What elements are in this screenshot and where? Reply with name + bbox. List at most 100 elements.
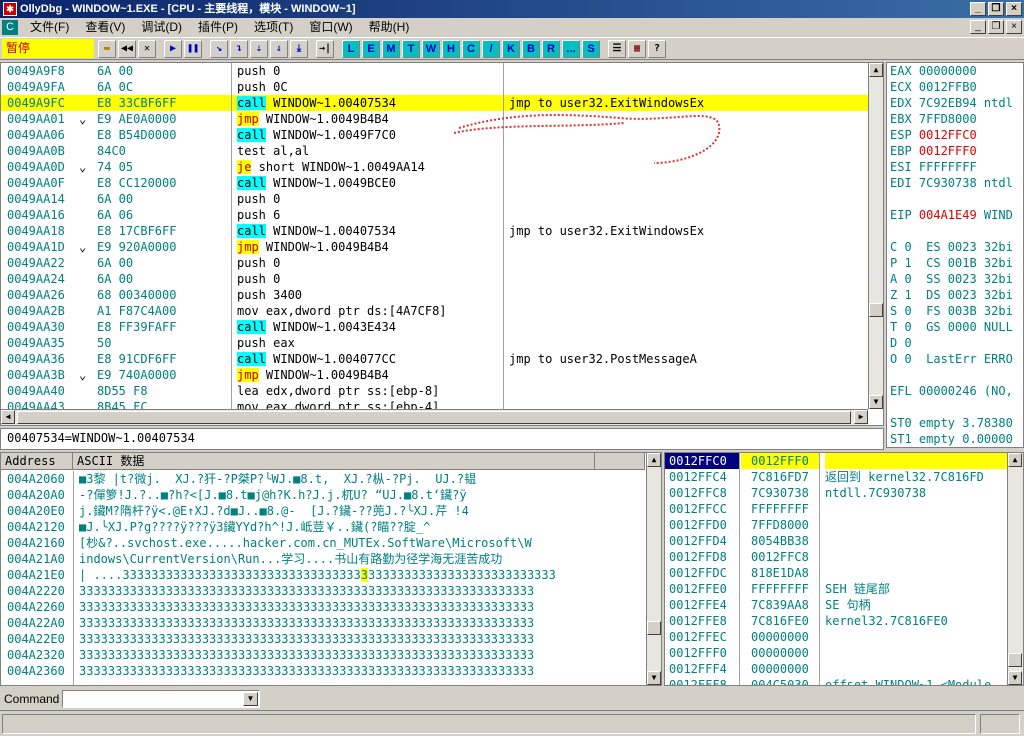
register-row[interactable]: EDI 7C930738 ntdl [890, 175, 1023, 191]
dump-row[interactable]: 004A22E0 33333333333333333333333333333333… [1, 631, 647, 647]
threads-window-button[interactable]: T [402, 39, 420, 58]
dump-header-address[interactable]: Address [1, 453, 73, 470]
register-row[interactable]: T 0 GS 0000 NULL [890, 319, 1023, 335]
stack-row[interactable]: 0012FFD8 0012FFC8 [665, 549, 1007, 565]
grid-icon[interactable]: ▦ [628, 39, 646, 58]
stack-row[interactable]: 0012FFD0 7FFD8000 [665, 517, 1007, 533]
stack-row[interactable]: 0012FFE0 FFFFFFFF SEH 链尾部 [665, 581, 1007, 597]
dump-row[interactable]: 004A21A0 indows\CurrentVersion\Run...学习..… [1, 551, 647, 567]
scroll-left-icon[interactable]: ◀ [1, 410, 15, 424]
run-trace-window-button[interactable]: ... [562, 39, 580, 58]
register-row[interactable]: EIP 004A1E49 WIND [890, 207, 1023, 223]
disasm-row[interactable]: 0049AA22 6A 00 push 0 [1, 255, 869, 271]
dump-row[interactable]: 004A2060 ■3黎 |t?微j. XJ.?犴-?P桀P?╰WJ.■8.t, … [1, 471, 647, 487]
disasm-row[interactable]: 0049A9F8 6A 00 push 0 [1, 63, 869, 79]
scroll-up-icon[interactable]: ▲ [869, 63, 883, 77]
register-row[interactable]: EAX 00000000 [890, 63, 1023, 79]
menu-window[interactable]: 窗口(W) [301, 18, 360, 37]
references-window-button[interactable]: R [542, 39, 560, 58]
register-row[interactable]: EBP 0012FFF0 [890, 143, 1023, 159]
disasm-row[interactable]: 0049AA24 6A 00 push 0 [1, 271, 869, 287]
stack-row[interactable]: 0012FFEC 00000000 [665, 629, 1007, 645]
memory-window-button[interactable]: M [382, 39, 400, 58]
cpu-window-button[interactable]: C [462, 39, 480, 58]
register-row[interactable]: C 0 ES 0023 32bi [890, 239, 1023, 255]
dump-row[interactable]: 004A2120 ■J.╰XJ.P?g????ÿ???ÿ3鑶YYd?h^!J.岻荳… [1, 519, 647, 535]
stack-row[interactable]: 0012FFE8 7C816FE0 kernel32.7C816FE0 [665, 613, 1007, 629]
dump-row[interactable]: 004A2320 33333333333333333333333333333333… [1, 647, 647, 663]
disasm-row[interactable]: 0049AA3B ⌄ E9 740A0000 jmp WINDOW~1.0049B4B… [1, 367, 869, 383]
maximize-button[interactable]: ❐ [988, 2, 1004, 16]
disassembly-vscroll[interactable]: ▲ ▼ [868, 63, 883, 409]
cpu-window-icon[interactable]: C [2, 20, 18, 35]
scroll-down-icon[interactable]: ▼ [869, 395, 883, 409]
register-row[interactable]: A 0 SS 0023 32bi [890, 271, 1023, 287]
dump-row[interactable]: 004A20E0 j.鑶M?隋杆?ÿ<.@E↑XJ.?d■J..■8.@- [J.… [1, 503, 647, 519]
stack-pane[interactable]: 0012FFC0 0012FFF0 0012FFC4 7C816FD7 返回到 kern… [664, 452, 1024, 686]
dump-row[interactable]: 004A2220 33333333333333333333333333333333… [1, 583, 647, 599]
log-window-button[interactable]: L [342, 39, 360, 58]
patches-window-button[interactable]: / [482, 39, 500, 58]
disasm-row[interactable]: 0049AA1D ⌄ E9 920A0000 jmp WINDOW~1.0049B4B… [1, 239, 869, 255]
register-row[interactable]: ESI FFFFFFFF [890, 159, 1023, 175]
execute-till-return-icon[interactable]: ⤓ [290, 39, 308, 58]
dump-vscroll[interactable]: ▲ ▼ [646, 453, 661, 685]
register-row[interactable]: S 0 FS 003B 32bi [890, 303, 1023, 319]
step-into-icon[interactable]: ↘ [210, 39, 228, 58]
breakpoints-window-button[interactable]: B [522, 39, 540, 58]
close-button[interactable]: × [1006, 2, 1022, 16]
dump-scroll-up-icon[interactable]: ▲ [647, 453, 661, 467]
menu-options[interactable]: 选项(T) [246, 18, 301, 37]
list-icon[interactable]: ☰ [608, 39, 626, 58]
rewind-icon[interactable]: ◀◀ [118, 39, 136, 58]
mdi-restore-button[interactable]: ❐ [988, 20, 1004, 34]
trace-into-icon[interactable]: ⇣ [250, 39, 268, 58]
register-row[interactable]: EBX 7FFD8000 [890, 111, 1023, 127]
disasm-row[interactable]: 0049AA0F E8 CC120000 call WINDOW~1.0049BCE… [1, 175, 869, 191]
help-icon[interactable]: ? [648, 39, 666, 58]
command-dropdown-icon[interactable]: ▼ [243, 692, 258, 706]
mdi-close-button[interactable]: × [1006, 20, 1022, 34]
close-process-icon[interactable]: ✕ [138, 39, 156, 58]
stack-scroll-down-icon[interactable]: ▼ [1008, 671, 1022, 685]
dump-row[interactable]: 004A20A0 -?僤箩!J.?..■?h?<[J.■8.t■j@h?K.h?J… [1, 487, 647, 503]
stack-row[interactable]: 0012FFD4 8054BB38 [665, 533, 1007, 549]
stack-row[interactable]: 0012FFF8 004C5030 offset WINDOW~1.<Module [665, 677, 1007, 685]
trace-over-icon[interactable]: ⇓ [270, 39, 288, 58]
disasm-row[interactable]: 0049AA14 6A 00 push 0 [1, 191, 869, 207]
goto-icon[interactable]: →| [316, 39, 334, 58]
disasm-row[interactable]: 0049AA30 E8 FF39FAFF call WINDOW~1.0043E43… [1, 319, 869, 335]
register-row[interactable]: ST0 empty 3.78380 [890, 415, 1023, 431]
run-icon[interactable]: ▶ [164, 39, 182, 58]
disasm-row[interactable]: 0049AA18 E8 17CBF6FF call WINDOW~1.0040753… [1, 223, 869, 239]
stack-row[interactable]: 0012FFF0 00000000 [665, 645, 1007, 661]
register-row[interactable]: ST2 empty 6.88540 [890, 447, 1024, 448]
register-row[interactable] [890, 191, 1023, 207]
dump-row[interactable]: 004A2160 [杪&?..svchost.exe.....hacker.com… [1, 535, 647, 551]
callstack-window-button[interactable]: K [502, 39, 520, 58]
stack-row[interactable]: 0012FFCC FFFFFFFF [665, 501, 1007, 517]
menu-debug[interactable]: 调试(D) [133, 18, 190, 37]
register-row[interactable]: ECX 0012FFB0 [890, 79, 1023, 95]
handles-window-button[interactable]: H [442, 39, 460, 58]
disasm-row[interactable]: 0049AA16 6A 06 push 6 [1, 207, 869, 223]
menu-help[interactable]: 帮助(H) [361, 18, 418, 37]
stack-row[interactable]: 0012FFC0 0012FFF0 [665, 453, 1007, 469]
disasm-row[interactable]: 0049AA36 E8 91CDF6FF call WINDOW~1.004077C… [1, 351, 869, 367]
command-input[interactable] [62, 690, 260, 708]
disasm-row[interactable]: 0049AA26 68 00340000 push 3400 [1, 287, 869, 303]
register-row[interactable]: ST1 empty 0.00000 [890, 431, 1023, 447]
register-row[interactable]: ESP 0012FFC0 [890, 127, 1023, 143]
register-row[interactable] [890, 399, 1023, 415]
register-row[interactable] [890, 223, 1023, 239]
dump-pane[interactable]: Address ASCII 数据 004A2060 ■3黎 |t?微j. XJ.?… [0, 452, 662, 686]
mdi-minimize-button[interactable]: _ [970, 20, 986, 34]
dump-scroll-down-icon[interactable]: ▼ [647, 671, 661, 685]
register-row[interactable]: EFL 00000246 (NO, [890, 383, 1023, 399]
registers-pane[interactable]: EAX 00000000 ECX 0012FFB0 EDX 7C92EB94 ntd… [886, 62, 1024, 448]
register-row[interactable]: P 1 CS 001B 32bi [890, 255, 1023, 271]
menu-view[interactable]: 查看(V) [77, 18, 133, 37]
menu-file[interactable]: 文件(F) [22, 18, 77, 37]
source-window-button[interactable]: S [582, 39, 600, 58]
dump-row[interactable]: 004A2360 33333333333333333333333333333333… [1, 663, 647, 679]
